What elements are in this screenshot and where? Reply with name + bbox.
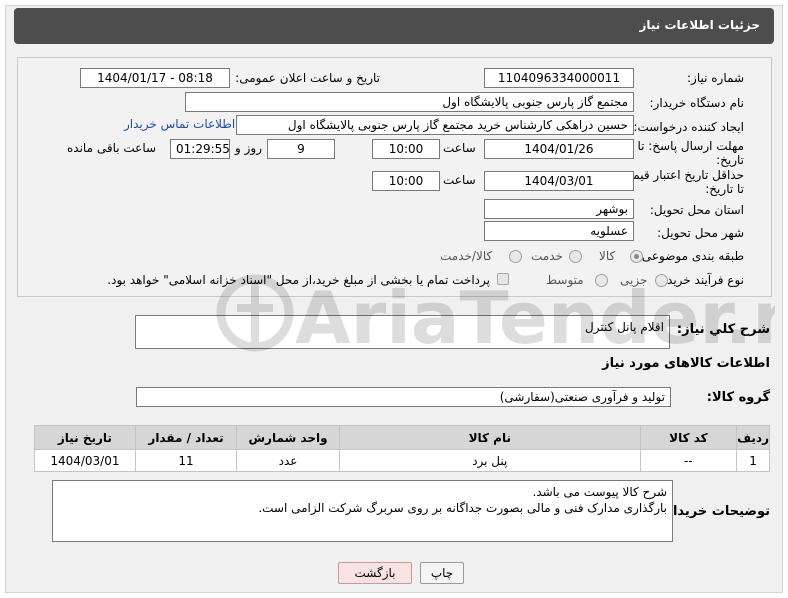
time-remaining-label: ساعت باقی مانده bbox=[67, 141, 157, 155]
process-radio-medium[interactable] bbox=[595, 274, 608, 287]
validity-label-line1: حداقل تاریخ اعتبار قیمت: bbox=[617, 168, 744, 182]
buyer-notes-label: توضیحات خریدار: bbox=[660, 504, 770, 519]
need-number-label: شماره نیاز: bbox=[687, 71, 744, 85]
goods-group-field: تولید و فرآوری صنعتی(سفارشی) bbox=[136, 387, 671, 407]
col-header-unit: واحد شمارش bbox=[236, 425, 340, 450]
deadline-date-field: 1404/01/26 bbox=[484, 139, 634, 159]
buyer-notes-line1: شرح کالا پیوست می باشد. bbox=[532, 485, 667, 499]
creator-field: حسین دراهکی کارشناس خرید مجتمع گاز پارس … bbox=[236, 115, 634, 135]
city-label: شهر محل تحویل: bbox=[657, 226, 744, 240]
cell-item-name: پنل برد bbox=[338, 449, 641, 472]
category-radio-service[interactable] bbox=[569, 250, 582, 263]
announce-datetime-field: 1404/01/17 - 08:18 bbox=[80, 68, 230, 88]
table-header-row: ردیف کد کالا نام کالا واحد شمارش تعداد /… bbox=[34, 425, 770, 450]
process-option-medium: متوسط bbox=[546, 273, 584, 287]
validity-date-field: 1404/03/01 bbox=[484, 171, 634, 191]
category-radio-goods[interactable] bbox=[630, 250, 643, 263]
category-option-goods: کالا bbox=[599, 249, 616, 263]
need-description-text: اقلام پانل کنترل bbox=[584, 320, 664, 334]
cell-unit: عدد bbox=[236, 449, 340, 472]
cell-need-date: 1404/03/01 bbox=[34, 449, 136, 472]
announce-datetime-label: تاریخ و ساعت اعلان عمومی: bbox=[235, 71, 380, 85]
category-label: طبقه بندی موضوعی: bbox=[637, 249, 744, 263]
deadline-time-label: ساعت bbox=[443, 141, 476, 155]
days-label: روز و bbox=[235, 141, 262, 155]
col-header-need-date: تاریخ نیاز bbox=[34, 425, 136, 450]
treasury-payment-checkbox[interactable] bbox=[497, 273, 509, 285]
deadline-time-field: 10:00 bbox=[372, 139, 440, 159]
deadline-label-line1: مهلت ارسال پاسخ: تا bbox=[637, 139, 744, 153]
category-option-service: خدمت bbox=[531, 249, 563, 263]
treasury-payment-note: پرداخت تمام یا بخشی از مبلغ خرید،از محل … bbox=[107, 273, 490, 287]
table-row: 1 -- پنل برد عدد 11 1404/03/01 bbox=[34, 449, 770, 472]
buyer-org-label: نام دستگاه خریدار: bbox=[649, 96, 745, 110]
buyer-notes-line2: بارگذاری مدارک فنی و مالی بصورت جداگانه … bbox=[258, 501, 667, 515]
buyer-org-field: مجتمع گاز پارس جنوبی پالایشگاه اول bbox=[185, 92, 634, 112]
goods-section-title: اطلاعات کالاهای مورد نیاز bbox=[602, 356, 770, 371]
validity-time-field: 10:00 bbox=[372, 171, 440, 191]
page-header: جزئیات اطلاعات نیاز bbox=[14, 8, 774, 44]
category-option-goods-service: کالا/خدمت bbox=[440, 249, 493, 263]
city-field: عسلویه bbox=[484, 221, 634, 241]
col-header-item-code: کد کالا bbox=[639, 425, 738, 450]
col-header-item-name: نام کالا bbox=[338, 425, 641, 450]
process-option-minor: جزیی bbox=[620, 273, 648, 287]
province-field: بوشهر bbox=[484, 199, 634, 219]
creator-label: ایجاد کننده درخواست: bbox=[633, 120, 744, 134]
need-number-field: 1104096334000011 bbox=[484, 68, 634, 88]
need-description-label: شرح کلي نياز: bbox=[676, 322, 770, 337]
validity-label-line2: تا تاریخ: bbox=[705, 182, 744, 196]
goods-group-label: گروه کالا: bbox=[706, 390, 770, 405]
province-label: استان محل تحویل: bbox=[649, 203, 744, 217]
cell-quantity: 11 bbox=[134, 449, 238, 472]
col-header-row-number: ردیف bbox=[736, 425, 770, 450]
back-button[interactable]: بازگشت bbox=[338, 562, 412, 584]
deadline-label-line2: تاریخ: bbox=[716, 153, 744, 167]
process-radio-minor[interactable] bbox=[655, 274, 668, 287]
buyer-notes-textarea: شرح کالا پیوست می باشد. بارگذاری مدارک ف… bbox=[52, 480, 673, 542]
print-button[interactable]: چاپ bbox=[420, 562, 464, 584]
process-type-label: نوع فرآیند خرید : bbox=[659, 273, 744, 287]
goods-table: ردیف کد کالا نام کالا واحد شمارش تعداد /… bbox=[34, 425, 770, 472]
category-radio-goods-service[interactable] bbox=[509, 250, 522, 263]
need-description-textarea: اقلام پانل کنترل bbox=[135, 315, 670, 349]
days-remaining-field: 9 bbox=[267, 139, 335, 159]
col-header-quantity: تعداد / مقدار bbox=[134, 425, 238, 450]
cell-item-code: -- bbox=[639, 449, 738, 472]
cell-row-number: 1 bbox=[736, 449, 770, 472]
time-remaining-field: 01:29:55 bbox=[170, 139, 230, 159]
buyer-contact-link[interactable]: اطلاعات تماس خریدار bbox=[124, 117, 235, 131]
validity-time-label: ساعت bbox=[443, 173, 476, 187]
page-title: جزئیات اطلاعات نیاز bbox=[639, 18, 760, 32]
